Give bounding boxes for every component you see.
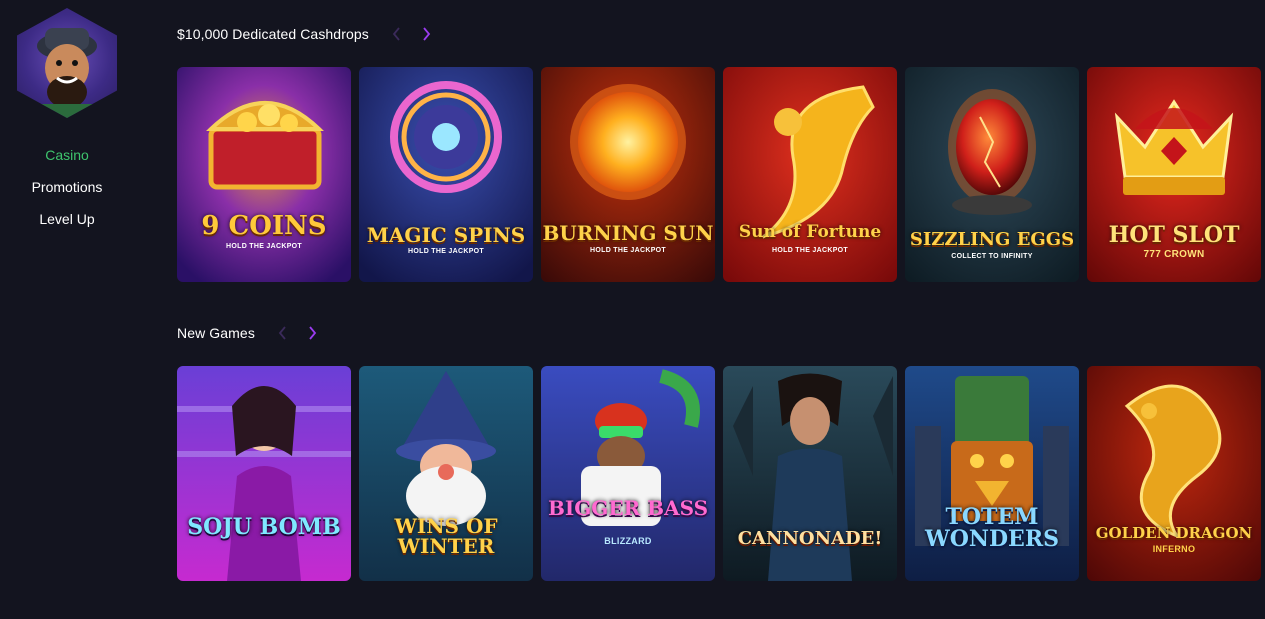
game-row-new-games: SOJU BOMB WINS OF WINTER BIGGER BASS BLI… [177,366,1261,581]
game-subtitle: HOLD THE JACKPOT [226,243,302,250]
game-logo: GOLDEN DRAGON [1095,524,1253,542]
game-subtitle: COLLECT TO INFINITY [951,253,1033,260]
game-subtitle: 777 CROWN [1143,249,1205,260]
game-logo: Sun of Fortune [738,222,882,242]
game-logo: BURNING SUN [542,221,714,245]
nav-item-level-up[interactable]: Level Up [0,210,134,242]
game-tile-9-coins[interactable]: 9 COINS HOLD THE JACKPOT [177,67,351,282]
chevron-right-icon [423,27,431,41]
sidebar: Casino Promotions Level Up [0,0,134,619]
game-tile-bigger-bass-blizzard[interactable]: BIGGER BASS BLIZZARD [541,366,715,581]
carousel-prev-button[interactable] [275,325,291,341]
mascot-avatar-icon [37,28,97,118]
game-tile-totem-wonders[interactable]: TOTEM WONDERS [905,366,1079,581]
carousel-next-button[interactable] [305,325,321,341]
nav-item-casino[interactable]: Casino [0,146,134,178]
game-subtitle: INFERNO [1152,544,1196,554]
game-logo: BIGGER BASS [547,496,709,520]
avatar[interactable] [17,8,117,118]
game-tile-cannonade[interactable]: CANNONADE! [723,366,897,581]
game-tile-wins-of-winter[interactable]: WINS OF WINTER [359,366,533,581]
section-title: $10,000 Dedicated Cashdrops [177,26,369,42]
game-logo: TOTEM WONDERS [925,504,1059,552]
game-tile-golden-dragon-inferno[interactable]: GOLDEN DRAGON INFERNO [1087,366,1261,581]
game-tile-sizzling-eggs[interactable]: SIZZLING EGGS COLLECT TO INFINITY [905,67,1079,282]
game-logo: SOJU BOMB [187,514,341,540]
game-tile-hot-slot[interactable]: HOT SLOT 777 CROWN [1087,67,1261,282]
main-nav: Casino Promotions Level Up [0,146,134,242]
game-logo: HOT SLOT [1108,222,1240,248]
game-art-bigger-bass-blizzard [541,366,715,581]
game-logo: CANNONADE! [737,528,883,549]
game-tile-sun-of-fortune[interactable]: Sun of Fortune HOLD THE JACKPOT [723,67,897,282]
game-logo: 9 COINS [201,211,327,241]
game-subtitle: HOLD THE JACKPOT [590,247,666,254]
game-subtitle: HOLD THE JACKPOT [772,247,848,254]
carousel-prev-button[interactable] [389,26,405,42]
game-tile-soju-bomb[interactable]: SOJU BOMB [177,366,351,581]
game-logo: MAGIC SPINS [366,223,526,247]
chevron-left-icon [393,27,401,41]
game-art-soju-bomb [177,366,351,581]
game-tile-burning-sun[interactable]: BURNING SUN HOLD THE JACKPOT [541,67,715,282]
section-header-cashdrops: $10,000 Dedicated Cashdrops [177,24,435,44]
section-title: New Games [177,325,255,341]
game-logo: SIZZLING EGGS [909,229,1075,250]
game-subtitle: HOLD THE JACKPOT [408,248,484,255]
game-tile-magic-spins[interactable]: MAGIC SPINS HOLD THE JACKPOT [359,67,533,282]
section-header-new-games: New Games [177,323,321,343]
carousel-next-button[interactable] [419,26,435,42]
chevron-left-icon [279,326,287,340]
nav-item-promotions[interactable]: Promotions [0,178,134,210]
game-row-cashdrops: 9 COINS HOLD THE JACKPOT MAGIC SPINS HOL… [177,67,1261,282]
chevron-right-icon [309,326,317,340]
game-subtitle: BLIZZARD [604,536,652,546]
game-logo: WINS OF WINTER [394,514,498,558]
